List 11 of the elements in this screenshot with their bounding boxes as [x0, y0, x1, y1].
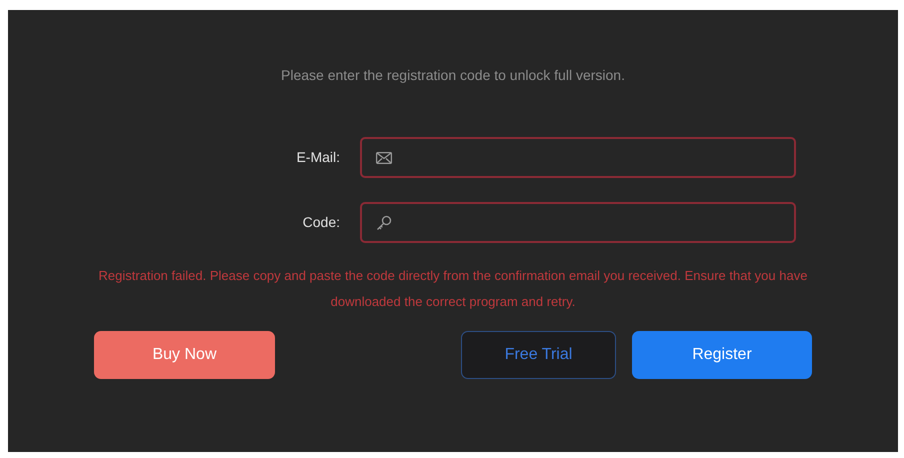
buy-button[interactable]: Buy Now [94, 331, 275, 379]
input-field[interactable] [360, 202, 796, 243]
mail-icon [376, 152, 392, 164]
field-label: E-Mail: [295, 148, 341, 167]
input-field[interactable] [360, 137, 796, 178]
trial-button[interactable]: Free Trial [461, 331, 616, 379]
prompt-text: Please enter the registration code to unlock full version. [281, 66, 625, 85]
key-icon [376, 214, 392, 230]
field-label: Code: [302, 213, 341, 232]
error-message: Registration failed. Please copy and paste the code directly from the confirmation email you received. Ensure that you have downloaded the correct program and retry. [98, 267, 808, 311]
register-button[interactable]: Register [632, 331, 812, 379]
